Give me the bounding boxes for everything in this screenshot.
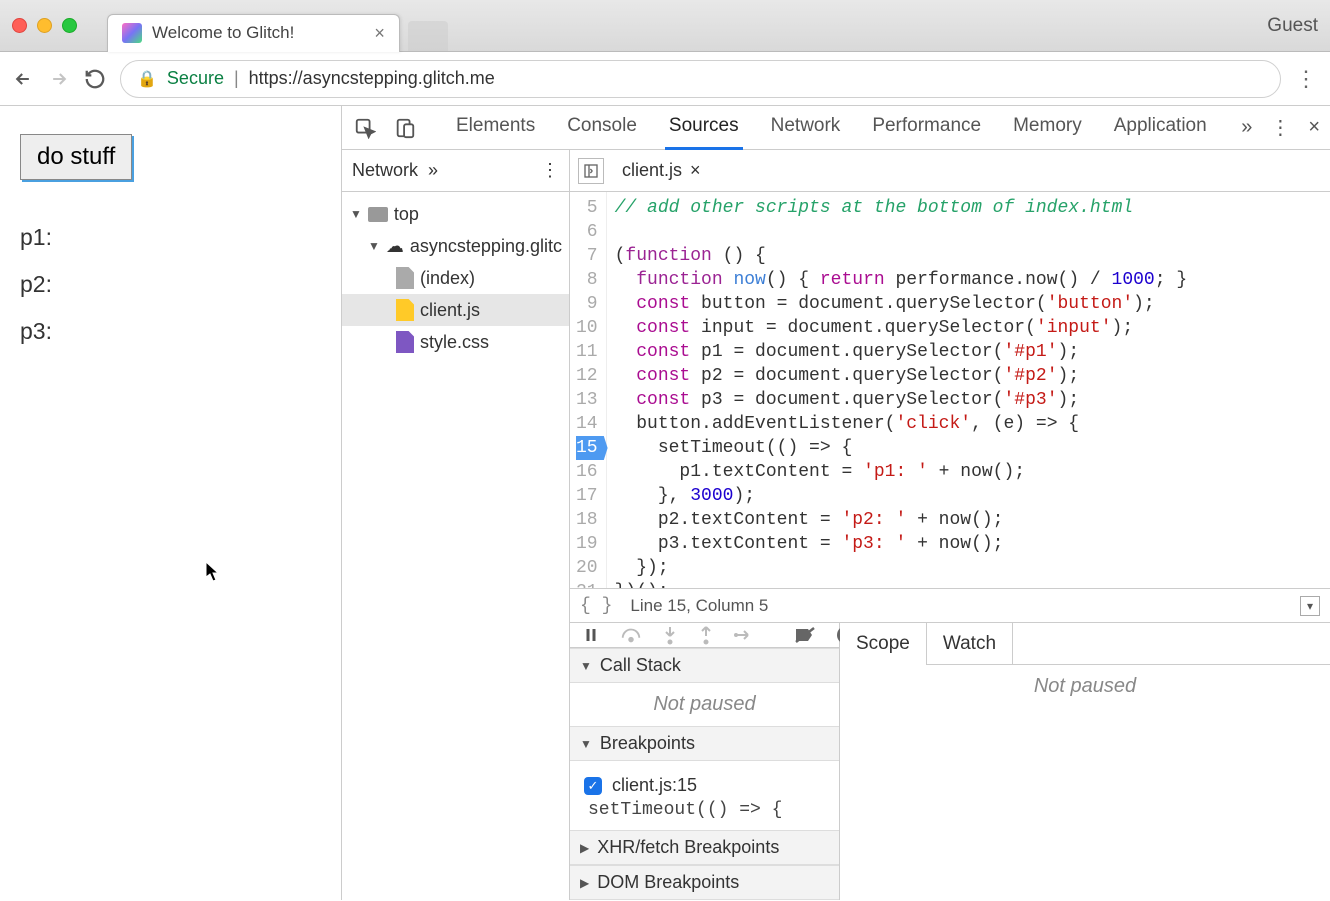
file-icon bbox=[396, 267, 414, 289]
cursor-position: Line 15, Column 5 bbox=[630, 596, 768, 616]
url-text: https://asyncstepping.glitch.me bbox=[249, 68, 495, 89]
callstack-header[interactable]: ▼ Call Stack bbox=[570, 648, 839, 683]
scope-watch-tabs: Scope Watch bbox=[840, 623, 1330, 665]
devtools-tab-application[interactable]: Application bbox=[1110, 105, 1211, 150]
scope-state: Not paused bbox=[840, 665, 1330, 708]
devtools-tab-sources[interactable]: Sources bbox=[665, 105, 743, 150]
sources-navigator: Network » ⋮ ▼ top ▼ ☁ asyncste bbox=[342, 150, 570, 900]
devtools-close-button[interactable]: × bbox=[1308, 116, 1320, 139]
breakpoints-header[interactable]: ▼ Breakpoints bbox=[570, 726, 839, 761]
pretty-print-icon[interactable]: { } bbox=[580, 596, 612, 616]
new-tab-button[interactable] bbox=[408, 21, 448, 51]
xhr-breakpoints-header[interactable]: ▶ XHR/fetch Breakpoints bbox=[570, 830, 839, 865]
editor-statusbar: { } Line 15, Column 5 ▾ bbox=[570, 588, 1330, 622]
dom-breakpoints-header[interactable]: ▶ DOM Breakpoints bbox=[570, 865, 839, 900]
devtools-tab-elements[interactable]: Elements bbox=[452, 105, 539, 150]
devtools-tab-network[interactable]: Network bbox=[767, 105, 845, 150]
traffic-lights bbox=[12, 18, 77, 33]
toggle-drawer-icon[interactable]: ▾ bbox=[1300, 596, 1320, 616]
navigator-menu-button[interactable]: ⋮ bbox=[541, 160, 559, 181]
profile-label[interactable]: Guest bbox=[1267, 15, 1318, 37]
callstack-state: Not paused bbox=[570, 683, 839, 726]
file-index[interactable]: (index) bbox=[342, 262, 569, 294]
forward-button[interactable] bbox=[48, 68, 70, 90]
devtools-tab-performance[interactable]: Performance bbox=[868, 105, 985, 150]
file-tree: ▼ top ▼ ☁ asyncstepping.glitc (index)cli… bbox=[342, 192, 569, 900]
step-over-button[interactable] bbox=[620, 623, 642, 647]
mouse-cursor-icon bbox=[205, 561, 221, 583]
address-bar: 🔒 Secure | https://asyncstepping.glitch.… bbox=[0, 52, 1330, 106]
file-tab-close-icon[interactable]: × bbox=[690, 160, 701, 181]
reload-button[interactable] bbox=[84, 68, 106, 90]
devtools-overflow-icon[interactable]: » bbox=[1241, 116, 1252, 139]
devtools-tab-console[interactable]: Console bbox=[563, 105, 641, 150]
tab-title: Welcome to Glitch! bbox=[152, 23, 294, 43]
device-toggle-icon[interactable] bbox=[392, 115, 418, 141]
file-stylecss[interactable]: style.css bbox=[342, 326, 569, 358]
file-icon bbox=[396, 299, 414, 321]
rendered-page: do stuff p1: p2: p3: bbox=[0, 106, 342, 900]
cloud-icon: ☁ bbox=[386, 236, 404, 257]
code-content[interactable]: // add other scripts at the bottom of in… bbox=[607, 192, 1196, 588]
file-icon bbox=[396, 331, 414, 353]
breakpoint-code: setTimeout(() => { bbox=[584, 800, 825, 820]
navigator-overflow-icon[interactable]: » bbox=[428, 160, 438, 181]
pause-button[interactable] bbox=[582, 623, 600, 647]
debugger-pane: ▼ Call Stack Not paused ▼ Breakpoints ✓ bbox=[570, 622, 1330, 900]
devtools-toolbar: Elements Console Sources Network Performance… bbox=[342, 106, 1330, 150]
back-button[interactable] bbox=[12, 68, 34, 90]
devtools-tab-memory[interactable]: Memory bbox=[1009, 105, 1086, 150]
lock-icon: 🔒 bbox=[137, 69, 157, 89]
disclosure-triangle-icon[interactable]: ▼ bbox=[350, 207, 362, 221]
source-editor: client.js × 5678910111213141516171819202… bbox=[570, 150, 1330, 900]
url-separator: | bbox=[234, 68, 239, 89]
secure-label: Secure bbox=[167, 68, 224, 89]
devtools-tabs: Elements Console Sources Network Performance… bbox=[452, 105, 1211, 150]
tree-domain[interactable]: ▼ ☁ asyncstepping.glitc bbox=[342, 230, 569, 262]
step-button[interactable] bbox=[734, 623, 754, 647]
browser-tab[interactable]: Welcome to Glitch! × bbox=[107, 14, 400, 52]
step-into-button[interactable] bbox=[662, 623, 678, 647]
window-minimize-button[interactable] bbox=[37, 18, 52, 33]
devtools: Elements Console Sources Network Performance… bbox=[342, 106, 1330, 900]
folder-icon bbox=[368, 207, 388, 222]
editor-nav-toggle-icon[interactable] bbox=[578, 158, 604, 184]
favicon-icon bbox=[122, 23, 142, 43]
editor-file-tab[interactable]: client.js × bbox=[612, 156, 711, 185]
inspect-element-icon[interactable] bbox=[352, 115, 378, 141]
deactivate-breakpoints-button[interactable] bbox=[794, 623, 816, 647]
p2-label: p2: bbox=[20, 271, 321, 298]
tab-close-button[interactable]: × bbox=[374, 23, 385, 44]
p1-label: p1: bbox=[20, 224, 321, 251]
titlebar: Welcome to Glitch! × Guest bbox=[0, 0, 1330, 52]
checkbox-icon[interactable]: ✓ bbox=[584, 777, 602, 795]
browser-menu-button[interactable]: ⋮ bbox=[1295, 66, 1318, 92]
breakpoint-entry[interactable]: ✓ client.js:15 bbox=[584, 771, 825, 800]
url-input[interactable]: 🔒 Secure | https://asyncstepping.glitch.… bbox=[120, 60, 1281, 98]
disclosure-triangle-icon[interactable]: ▼ bbox=[368, 239, 380, 253]
step-out-button[interactable] bbox=[698, 623, 714, 647]
window-close-button[interactable] bbox=[12, 18, 27, 33]
do-stuff-button[interactable]: do stuff bbox=[20, 134, 132, 180]
file-clientjs[interactable]: client.js bbox=[342, 294, 569, 326]
debugger-controls bbox=[570, 623, 839, 648]
window-maximize-button[interactable] bbox=[62, 18, 77, 33]
devtools-menu-button[interactable]: ⋮ bbox=[1270, 115, 1290, 140]
line-gutter[interactable]: 56789101112131415161718192021 bbox=[570, 192, 607, 588]
watch-tab[interactable]: Watch bbox=[927, 623, 1013, 665]
scope-tab[interactable]: Scope bbox=[840, 623, 927, 665]
tree-root[interactable]: ▼ top bbox=[342, 198, 569, 230]
p3-label: p3: bbox=[20, 318, 321, 345]
navigator-tab[interactable]: Network bbox=[352, 160, 418, 181]
